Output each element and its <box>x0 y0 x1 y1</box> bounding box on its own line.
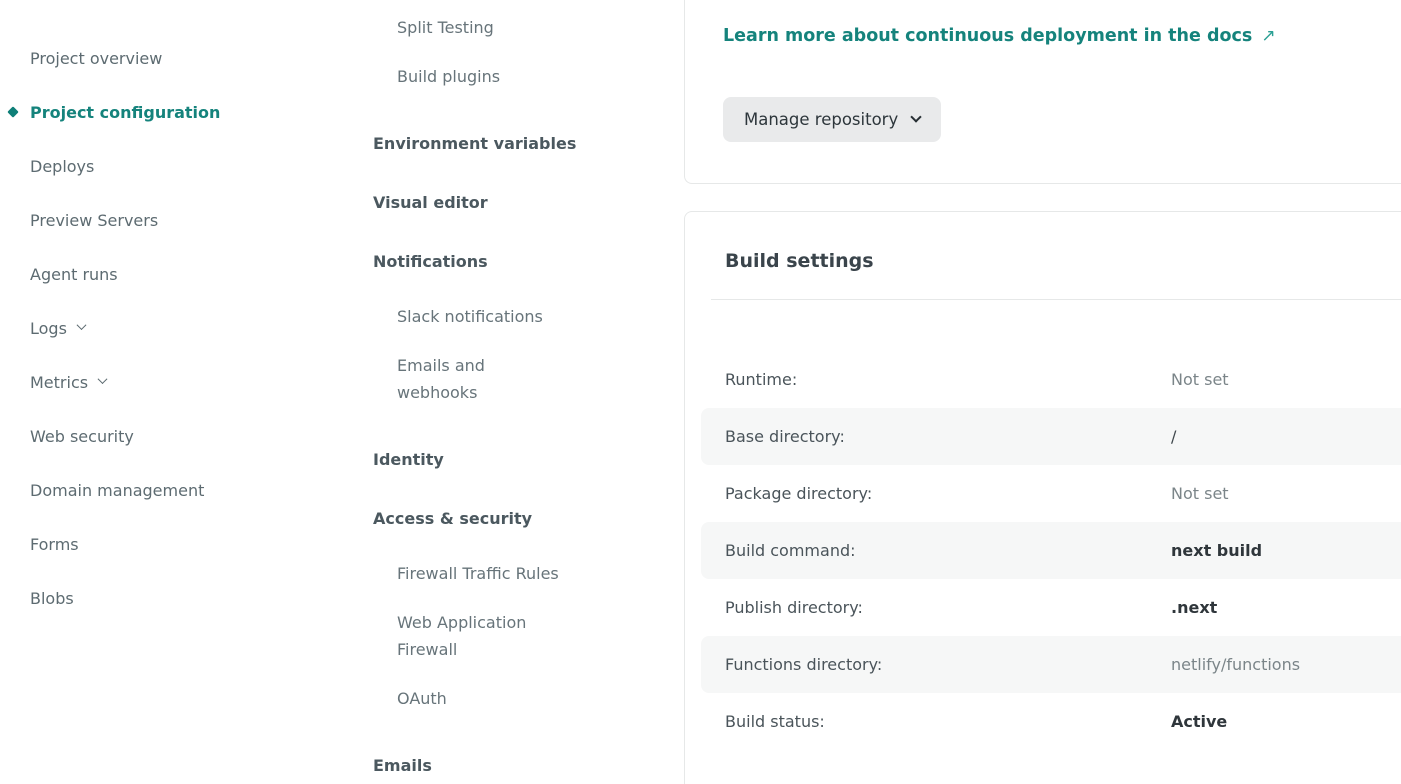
sidebar-item-deploys[interactable]: Deploys <box>0 155 356 177</box>
subnav-item-access-security[interactable]: Access & security <box>373 505 603 532</box>
table-row-build-command: Build command: next build <box>701 522 1401 579</box>
docs-link[interactable]: Learn more about continuous deployment i… <box>723 22 1276 50</box>
table-row-publish-directory: Publish directory: .next <box>701 579 1401 636</box>
row-value: .next <box>1171 598 1217 617</box>
manage-repository-button-label: Manage repository <box>744 110 898 129</box>
subnav-item-emails[interactable]: Emails <box>373 752 603 779</box>
page: Project overview Project configuration D… <box>0 0 1401 784</box>
sidebar-item-label: Blobs <box>30 589 74 608</box>
table-row-functions-directory: Functions directory: netlify/functions <box>701 636 1401 693</box>
chevron-down-icon <box>98 374 108 384</box>
sidebar-item-project-overview[interactable]: Project overview <box>0 47 356 69</box>
table-row-package-directory: Package directory: Not set <box>701 465 1401 522</box>
subnav-item-web-application-firewall[interactable]: Web Application Firewall <box>397 609 567 663</box>
row-value: Not set <box>1171 370 1229 389</box>
sidebar-item-label: Metrics <box>30 373 88 392</box>
chevron-down-icon <box>911 111 922 122</box>
project-sidebar: Project overview Project configuration D… <box>0 0 356 784</box>
sidebar-item-label: Agent runs <box>30 265 118 284</box>
sidebar-item-forms[interactable]: Forms <box>0 533 356 555</box>
subnav-item-slack-notifications[interactable]: Slack notifications <box>397 303 567 330</box>
subnav-item-visual-editor[interactable]: Visual editor <box>373 189 603 216</box>
external-link-arrow-icon: ↗ <box>1261 22 1275 50</box>
row-value: next build <box>1171 541 1262 560</box>
table-row-runtime: Runtime: Not set <box>701 351 1401 408</box>
subnav-item-split-testing[interactable]: Split Testing <box>397 14 567 41</box>
subnav-item-build-plugins[interactable]: Build plugins <box>397 63 567 90</box>
sidebar-item-label: Web security <box>30 427 134 446</box>
sidebar-item-web-security[interactable]: Web security <box>0 425 356 447</box>
sidebar-item-preview-servers[interactable]: Preview Servers <box>0 209 356 231</box>
row-label: Build command: <box>725 541 1171 560</box>
sidebar-item-label: Deploys <box>30 157 94 176</box>
row-label: Functions directory: <box>725 655 1171 674</box>
subnav-item-notifications[interactable]: Notifications <box>373 248 603 275</box>
manage-repository-button[interactable]: Manage repository <box>723 97 941 142</box>
subnav-item-identity[interactable]: Identity <box>373 446 603 473</box>
sidebar-item-agent-runs[interactable]: Agent runs <box>0 263 356 285</box>
row-label: Package directory: <box>725 484 1171 503</box>
table-row-build-status: Build status: Active <box>701 693 1401 750</box>
sidebar-item-logs[interactable]: Logs <box>0 317 356 339</box>
subnav-item-firewall-traffic-rules[interactable]: Firewall Traffic Rules <box>397 560 567 587</box>
sidebar-item-blobs[interactable]: Blobs <box>0 587 356 609</box>
row-value: netlify/functions <box>1171 655 1300 674</box>
build-settings-title: Build settings <box>725 250 1401 273</box>
docs-link-label: Learn more about continuous deployment i… <box>723 22 1252 50</box>
sidebar-item-project-configuration[interactable]: Project configuration <box>0 101 356 123</box>
sidebar-item-label: Project overview <box>30 49 162 68</box>
chevron-down-icon <box>76 320 86 330</box>
sidebar-item-label: Project configuration <box>30 103 220 122</box>
subnav-item-oauth[interactable]: OAuth <box>397 685 567 712</box>
subnav-item-environment-variables[interactable]: Environment variables <box>373 130 603 157</box>
row-label: Runtime: <box>725 370 1171 389</box>
continuous-deployment-card: Learn more about continuous deployment i… <box>684 0 1401 184</box>
build-settings-card: Build settings Runtime: Not set Base dir… <box>684 211 1401 784</box>
main-content: Learn more about continuous deployment i… <box>684 0 1401 784</box>
card-divider <box>711 299 1401 300</box>
row-label: Build status: <box>725 712 1171 731</box>
sidebar-item-label: Forms <box>30 535 79 554</box>
build-settings-table: Runtime: Not set Base directory: / Packa… <box>701 351 1401 750</box>
active-item-diamond-icon <box>7 106 18 117</box>
sidebar-item-domain-management[interactable]: Domain management <box>0 479 356 501</box>
sidebar-item-label: Logs <box>30 319 67 338</box>
row-value: / <box>1171 427 1176 446</box>
sidebar-item-label: Preview Servers <box>30 211 158 230</box>
row-value: Not set <box>1171 484 1229 503</box>
configuration-subnav: Split Testing Build plugins Environment … <box>356 0 684 784</box>
table-row-base-directory: Base directory: / <box>701 408 1401 465</box>
row-label: Publish directory: <box>725 598 1171 617</box>
row-label: Base directory: <box>725 427 1171 446</box>
sidebar-item-label: Domain management <box>30 481 204 500</box>
sidebar-item-metrics[interactable]: Metrics <box>0 371 356 393</box>
subnav-item-emails-and-webhooks[interactable]: Emails and webhooks <box>397 352 567 406</box>
row-value: Active <box>1171 712 1227 731</box>
